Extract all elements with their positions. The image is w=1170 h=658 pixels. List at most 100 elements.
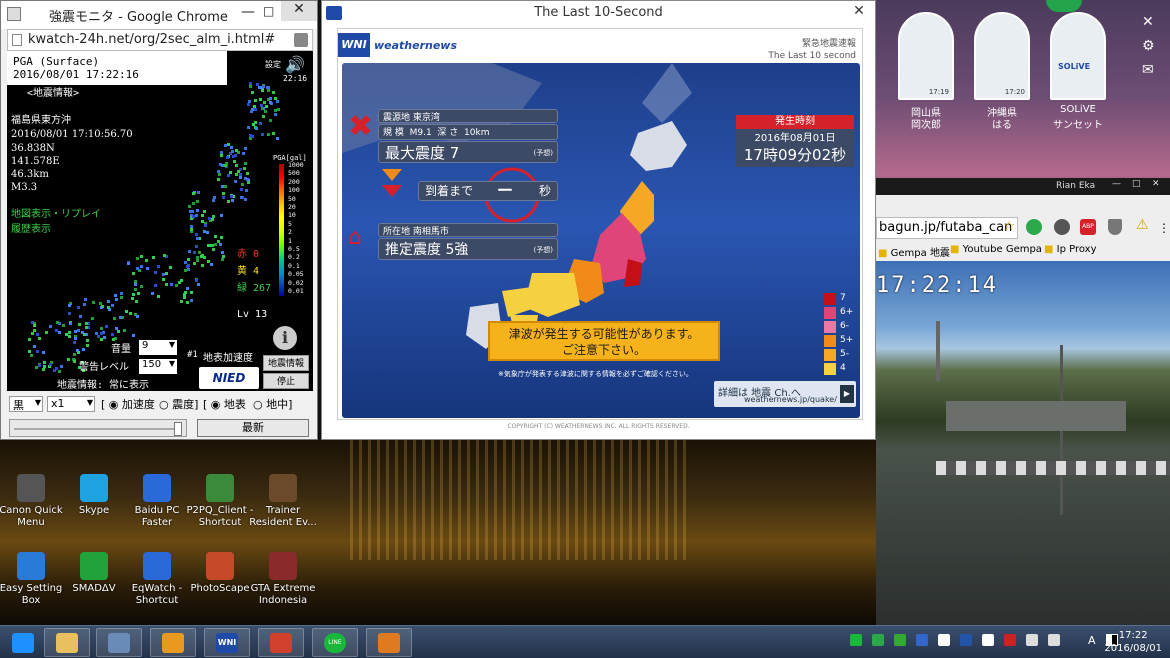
desktop-icon[interactable]: Trainer Resident Ev... <box>248 474 318 529</box>
gear-icon[interactable]: ⚙ <box>1142 38 1158 54</box>
taskbar-player-button[interactable] <box>366 628 412 657</box>
adblock-icon[interactable]: ABP <box>1080 219 1096 235</box>
station-dot <box>140 254 144 258</box>
pga-scale-value: 1000 <box>288 161 304 169</box>
minimize-icon[interactable]: — <box>241 4 255 20</box>
station-dot <box>85 344 89 348</box>
latest-button[interactable]: 最新 <box>197 419 309 437</box>
desktop-icon[interactable]: SMADΔV <box>59 552 129 595</box>
legend-entry: 5- <box>824 349 854 362</box>
bookmark-item[interactable]: ■ Ip Proxy <box>1044 244 1097 255</box>
volume-tray-icon[interactable] <box>1026 634 1038 646</box>
bookmark-item[interactable]: ■ Youtube Gempa <box>950 244 1042 255</box>
taskbar-wni-button[interactable]: WNI <box>204 628 250 657</box>
battery-tray-icon[interactable] <box>982 634 994 646</box>
bg-color-select[interactable]: 黒 ▼ <box>9 396 43 412</box>
chat-icon[interactable]: ✉ <box>1142 62 1158 78</box>
maximize-icon[interactable]: □ <box>1132 179 1141 189</box>
close-icon[interactable]: ✕ <box>1152 179 1160 189</box>
window-titlebar[interactable]: 強震モニタ - Google Chrome — □ ✕ <box>1 1 317 29</box>
radio-underground[interactable]: ○ 地中] <box>253 396 292 412</box>
network-tray-icon[interactable] <box>1048 634 1060 646</box>
eq-info-button[interactable]: 地震情報 <box>263 355 309 371</box>
desktop-icon[interactable]: EqWatch - Shortcut <box>122 552 192 607</box>
station-dot <box>245 171 249 175</box>
menu-icon[interactable]: ⋮ <box>1158 221 1170 235</box>
window-titlebar[interactable]: The Last 10-Second ✕ <box>322 1 875 25</box>
epicenter-row: 震源地 東京湾 <box>378 109 558 123</box>
estimated-intensity-row: 推定震度 5強 (予想) <box>378 238 558 260</box>
live-thumbnail[interactable]: 17:19 <box>898 12 954 100</box>
desktop-icon[interactable]: Baidu PC Faster <box>122 474 192 529</box>
location-row: 所在地 南相馬市 <box>378 223 558 237</box>
play-arrow-icon[interactable]: ▶ <box>840 385 854 403</box>
address-bar[interactable]: bagun.jp/futaba_can ☆ <box>876 217 1018 239</box>
close-icon[interactable]: ✕ <box>845 1 873 21</box>
radio-accel[interactable]: [ ◉ 加速度 <box>101 396 155 412</box>
display-tray-icon[interactable] <box>938 634 950 646</box>
taskbar-chrome-button[interactable] <box>258 628 304 657</box>
taskbar-line-button[interactable]: LINE <box>312 628 358 657</box>
folder-icon: ■ <box>878 248 891 259</box>
station-dot <box>269 101 273 105</box>
line-tray-icon[interactable] <box>850 634 862 646</box>
desktop-icon[interactable]: Easy Setting Box <box>0 552 66 607</box>
system-tray: A 17:22 2016/08/01 <box>850 626 1170 658</box>
bookmark-item[interactable]: ■ Gempa 地震 <box>878 244 950 259</box>
close-circle-icon[interactable]: ✕ <box>1142 14 1158 30</box>
maximize-icon[interactable]: □ <box>263 4 274 18</box>
brand-name: weathernews <box>374 39 458 52</box>
warn-level-select[interactable]: 150 ▼ <box>139 359 177 374</box>
star-icon[interactable]: ☆ <box>1003 219 1015 234</box>
folder-icon: ■ <box>1044 244 1057 255</box>
close-icon[interactable]: ✕ <box>281 1 317 21</box>
quake-channel-banner[interactable]: 詳細は 地震 Ch.へ weathernews.jp/quake/ ▶ <box>714 381 856 407</box>
address-bar[interactable]: kwatch-24h.net/org/2sec_alm_i.html# <box>7 29 313 51</box>
station-dot <box>274 112 278 116</box>
ime-indicator[interactable]: A <box>1088 634 1096 647</box>
live-thumbnail[interactable]: 17:20 <box>974 12 1030 100</box>
desktop-icon[interactable]: GTA Extreme Indonesia <box>248 552 318 607</box>
taskbar-explorer-button[interactable] <box>44 628 90 657</box>
desktop-icon[interactable]: Canon Quick Menu <box>0 474 66 529</box>
pga-scale-value: 0.01 <box>288 287 304 295</box>
extension-icon-2[interactable] <box>1054 219 1070 235</box>
desktop-icon[interactable]: Skype <box>59 474 129 517</box>
desktop-icon[interactable]: P2PQ_Client - Shortcut <box>185 474 255 529</box>
shield-icon[interactable] <box>1108 219 1122 235</box>
minimize-icon[interactable]: — <box>1112 179 1121 189</box>
eq-location: 福島県東方沖 <box>11 115 71 126</box>
time-slider[interactable] <box>9 419 187 437</box>
warning-icon[interactable]: ⚠ <box>1136 217 1149 233</box>
history-link[interactable]: 履歴表示 <box>11 224 51 236</box>
extension-icon-1[interactable] <box>1026 219 1042 235</box>
radio-surface[interactable]: [ ◉ 地表 <box>203 396 246 412</box>
pga-label: PGA (Surface) <box>13 55 100 68</box>
taskbar-start-button[interactable] <box>0 628 46 657</box>
taskbar-app-button[interactable] <box>96 628 142 657</box>
security-tray-icon[interactable] <box>1004 634 1016 646</box>
wni-tray-icon[interactable] <box>960 634 972 646</box>
bookmark-label: Ip Proxy <box>1056 244 1097 255</box>
speed-select[interactable]: x1 ▼ <box>47 396 95 412</box>
chrome-icon <box>270 632 292 653</box>
live-thumbnail[interactable]: SOLiVE <box>1050 12 1106 100</box>
taskbar-tool-button[interactable] <box>150 628 196 657</box>
speaker-icon[interactable]: 🔊 <box>285 55 307 74</box>
globe-tray-icon[interactable] <box>894 634 906 646</box>
desktop-icon[interactable]: PhotoScape <box>185 552 255 595</box>
map-replay-link[interactable]: 地図表示・リプレイ <box>11 209 101 221</box>
app-tray-icon[interactable] <box>872 634 884 646</box>
translate-icon[interactable] <box>294 33 308 47</box>
keyboard-tray-icon[interactable] <box>916 634 928 646</box>
taskbar: WNI LINE A 17:22 2016/08/01 <box>0 625 1170 658</box>
pga-scale-value: 10 <box>288 211 296 220</box>
slider-handle[interactable] <box>174 422 182 436</box>
info-icon[interactable]: i <box>273 326 297 350</box>
clock[interactable]: 17:22 2016/08/01 <box>1104 629 1162 655</box>
settings-label[interactable]: 設定 <box>265 59 281 71</box>
stop-button[interactable]: 停止 <box>263 373 309 389</box>
station-dot <box>243 161 247 165</box>
radio-intensity[interactable]: ○ 震度] <box>159 396 198 412</box>
volume-select[interactable]: 9 ▼ <box>139 340 177 355</box>
